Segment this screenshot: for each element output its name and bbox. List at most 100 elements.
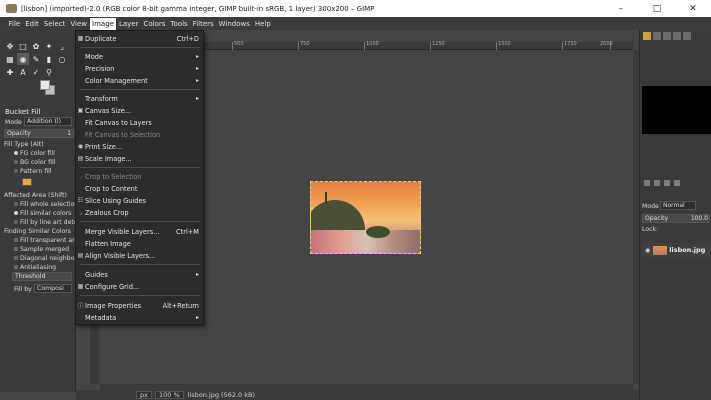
dock-tab-icon[interactable] bbox=[643, 32, 651, 40]
pattern-fill-radio[interactable]: Pattern fill bbox=[14, 168, 52, 175]
opacity-value: 1 bbox=[67, 130, 71, 137]
clone-icon[interactable]: ○ bbox=[56, 53, 68, 65]
foreground-color-swatch[interactable] bbox=[40, 80, 50, 90]
lasso-icon[interactable]: ✿ bbox=[30, 40, 42, 52]
color-picker-icon[interactable]: ✓ bbox=[30, 66, 42, 78]
fill-similar-radio[interactable]: Fill similar colors bbox=[14, 210, 71, 217]
unit-select[interactable]: px bbox=[136, 391, 152, 399]
menu-duplicate[interactable]: ▦ Duplicate Ctrl+D bbox=[76, 33, 203, 44]
opacity-slider[interactable]: Opacity 1 bbox=[4, 129, 74, 138]
history-tab-icon[interactable] bbox=[674, 180, 680, 186]
menu-merge-visible[interactable]: Merge Visible Layers... Ctrl+M bbox=[76, 226, 203, 237]
menu-align-visible[interactable]: ▤ Align Visible Layers... bbox=[76, 250, 203, 261]
menu-canvas-size[interactable]: ▣ Canvas Size... bbox=[76, 105, 203, 116]
diagonal-check[interactable]: Diagonal neighbors bbox=[14, 255, 80, 262]
dock-tab-icon[interactable] bbox=[673, 32, 681, 40]
bg-fill-radio[interactable]: BG color fill bbox=[14, 159, 55, 166]
sample-merged-check[interactable]: Sample merged bbox=[14, 246, 69, 253]
menu-crop-content[interactable]: Crop to Content bbox=[76, 183, 203, 194]
menu-select[interactable]: Select bbox=[41, 18, 68, 30]
crop-icon[interactable]: ⌟ bbox=[56, 40, 68, 52]
move-tool-icon[interactable]: ✥ bbox=[4, 40, 16, 52]
heal-icon[interactable]: ✚ bbox=[4, 66, 16, 78]
fill-line-art-radio[interactable]: Fill by line art detec bbox=[14, 219, 81, 226]
opacity-label: Opacity bbox=[7, 130, 31, 137]
menu-fit-canvas-layers[interactable]: Fit Canvas to Layers bbox=[76, 117, 203, 128]
menu-transform-label: Transform bbox=[85, 94, 118, 103]
menu-flatten[interactable]: Flatten Image bbox=[76, 238, 203, 249]
menu-mode[interactable]: Mode ▸ bbox=[76, 51, 203, 62]
eye-icon[interactable]: ◉ bbox=[645, 247, 650, 254]
close-icon[interactable]: ✕ bbox=[675, 0, 711, 17]
menu-help[interactable]: Help bbox=[252, 18, 273, 30]
zoom-select[interactable]: 100 % bbox=[154, 391, 184, 399]
status-bar: px 100 % lisbon.jpg (562.0 kB) bbox=[76, 390, 639, 400]
lisbon-image-canvas[interactable] bbox=[310, 181, 421, 254]
unified-transform-icon[interactable]: ▦ bbox=[4, 53, 16, 65]
menu-scale-image[interactable]: ▤ Scale Image... bbox=[76, 153, 203, 164]
menu-transform[interactable]: Transform ▸ bbox=[76, 93, 203, 104]
bucket-fill-icon[interactable]: ◉ bbox=[17, 53, 29, 65]
menu-view[interactable]: View bbox=[68, 18, 90, 30]
mode-label: Mode bbox=[5, 119, 22, 126]
eraser-icon[interactable]: ▮ bbox=[43, 53, 55, 65]
fill-transparent-check[interactable]: Fill transparent area bbox=[14, 237, 82, 244]
image-tower bbox=[325, 192, 327, 204]
dock-tab-icon[interactable] bbox=[653, 32, 661, 40]
radio-dot bbox=[14, 202, 18, 206]
menu-slice-guides[interactable]: ☷ Slice Using Guides bbox=[76, 195, 203, 206]
menu-zealous-crop[interactable]: ⌟ Zealous Crop bbox=[76, 207, 203, 218]
rect-select-icon[interactable]: □ bbox=[17, 40, 29, 52]
fill-similar-label: Fill similar colors bbox=[20, 210, 72, 217]
dock-tab-icon[interactable] bbox=[683, 32, 691, 40]
fill-transparent-label: Fill transparent area bbox=[20, 237, 83, 244]
submenu-arrow-icon: ▸ bbox=[195, 314, 199, 321]
menu-file[interactable]: File bbox=[6, 18, 23, 30]
navigation-preview[interactable] bbox=[642, 86, 711, 134]
menu-filters[interactable]: Filters bbox=[190, 18, 216, 30]
pattern-swatch[interactable] bbox=[22, 178, 32, 186]
ruler-tick bbox=[298, 42, 299, 50]
menu-windows[interactable]: Windows bbox=[216, 18, 252, 30]
menu-image[interactable]: Image bbox=[89, 17, 117, 30]
right-dock: Mode Normal Opacity 100.0 Lock: ◉ lisbon… bbox=[639, 30, 711, 400]
layers-mode-select[interactable]: Normal bbox=[660, 201, 696, 210]
layers-tab-icon[interactable] bbox=[644, 180, 650, 186]
menu-layer[interactable]: Layer bbox=[116, 18, 141, 30]
threshold-slider[interactable]: Threshold bbox=[12, 272, 72, 281]
menu-bar: File Edit Select View Image Layer Colors… bbox=[0, 17, 711, 30]
menu-fit-canvas-selection: Fit Canvas to Selection bbox=[76, 129, 203, 140]
menu-print-size[interactable]: ◉ Print Size... bbox=[76, 141, 203, 152]
menu-image-properties[interactable]: ⓘ Image Properties Alt+Return bbox=[76, 300, 203, 311]
zoom-icon[interactable]: ⚲ bbox=[43, 66, 55, 78]
antialiasing-check[interactable]: Antialiasing bbox=[14, 264, 56, 271]
menu-metadata-label: Metadata bbox=[85, 313, 117, 322]
layer-row[interactable]: ◉ lisbon.jpg bbox=[642, 243, 711, 257]
mode-select[interactable]: Addition (l) bbox=[24, 117, 72, 126]
dock-tab-icon[interactable] bbox=[663, 32, 671, 40]
menu-duplicate-accel: Ctrl+D bbox=[176, 34, 199, 43]
paintbrush-icon[interactable]: ✎ bbox=[30, 53, 42, 65]
text-tool-icon[interactable]: A bbox=[17, 66, 29, 78]
channels-tab-icon[interactable] bbox=[654, 180, 660, 186]
maximize-icon[interactable]: □ bbox=[639, 0, 675, 17]
submenu-arrow-icon: ▸ bbox=[195, 95, 199, 102]
layers-opacity-slider[interactable]: Opacity 100.0 bbox=[642, 214, 710, 223]
menu-metadata[interactable]: Metadata ▸ bbox=[76, 312, 203, 323]
fg-fill-radio[interactable]: FG color fill bbox=[14, 150, 55, 157]
minimize-icon[interactable]: – bbox=[603, 0, 639, 17]
menu-tools[interactable]: Tools bbox=[168, 18, 190, 30]
menu-color-management[interactable]: Color Management ▸ bbox=[76, 75, 203, 86]
menu-precision[interactable]: Precision ▸ bbox=[76, 63, 203, 74]
menu-guides[interactable]: Guides ▸ bbox=[76, 269, 203, 280]
fill-by-select[interactable]: Composi bbox=[34, 284, 72, 293]
menu-configure-grid[interactable]: ▦ Configure Grid... bbox=[76, 281, 203, 292]
gimp-app-icon bbox=[6, 4, 17, 13]
fill-whole-radio[interactable]: Fill whole selection bbox=[14, 201, 78, 208]
fuzzy-select-icon[interactable]: ✦ bbox=[43, 40, 55, 52]
finding-similar-heading: Finding Similar Colors bbox=[4, 228, 72, 235]
menu-edit[interactable]: Edit bbox=[23, 18, 42, 30]
menu-colors[interactable]: Colors bbox=[141, 18, 168, 30]
fg-bg-colors[interactable] bbox=[40, 80, 56, 96]
paths-tab-icon[interactable] bbox=[664, 180, 670, 186]
